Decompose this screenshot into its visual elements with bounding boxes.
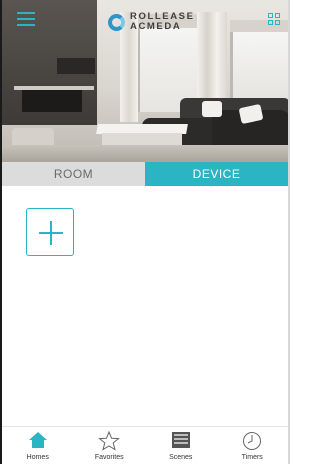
hamburger-menu-icon[interactable] <box>17 12 35 26</box>
tab-device[interactable]: DEVICE <box>145 162 288 186</box>
nav-favorites[interactable]: Favorites <box>74 427 146 465</box>
nav-label-timers: Timers <box>241 454 263 461</box>
brand-name: ROLLEASE ACMEDA <box>130 12 195 32</box>
room-device-tabs: ROOM DEVICE <box>2 162 288 186</box>
device-list-area <box>2 186 288 426</box>
screen-edge-right <box>288 0 290 464</box>
brand-logo: ROLLEASE ACMEDA <box>108 9 195 35</box>
top-bar: ROLLEASE ACMEDA <box>2 0 288 40</box>
clock-icon <box>243 432 262 450</box>
bottom-navigation: Homes Favorites Scenes Timers <box>2 426 288 465</box>
scenes-icon <box>171 432 190 448</box>
grid-view-icon[interactable] <box>268 13 280 25</box>
nav-scenes[interactable]: Scenes <box>145 427 217 465</box>
nav-label-scenes: Scenes <box>169 454 193 461</box>
brand-logo-mark <box>108 13 125 31</box>
add-device-button[interactable] <box>26 208 74 256</box>
star-icon <box>98 431 121 451</box>
nav-label-homes: Homes <box>26 454 49 461</box>
nav-homes[interactable]: Homes <box>2 427 74 465</box>
nav-label-favorites: Favorites <box>94 454 124 461</box>
home-icon <box>28 432 47 448</box>
tab-room[interactable]: ROOM <box>2 162 145 186</box>
nav-timers[interactable]: Timers <box>217 427 289 465</box>
brand-line-2: ACMEDA <box>130 21 182 32</box>
